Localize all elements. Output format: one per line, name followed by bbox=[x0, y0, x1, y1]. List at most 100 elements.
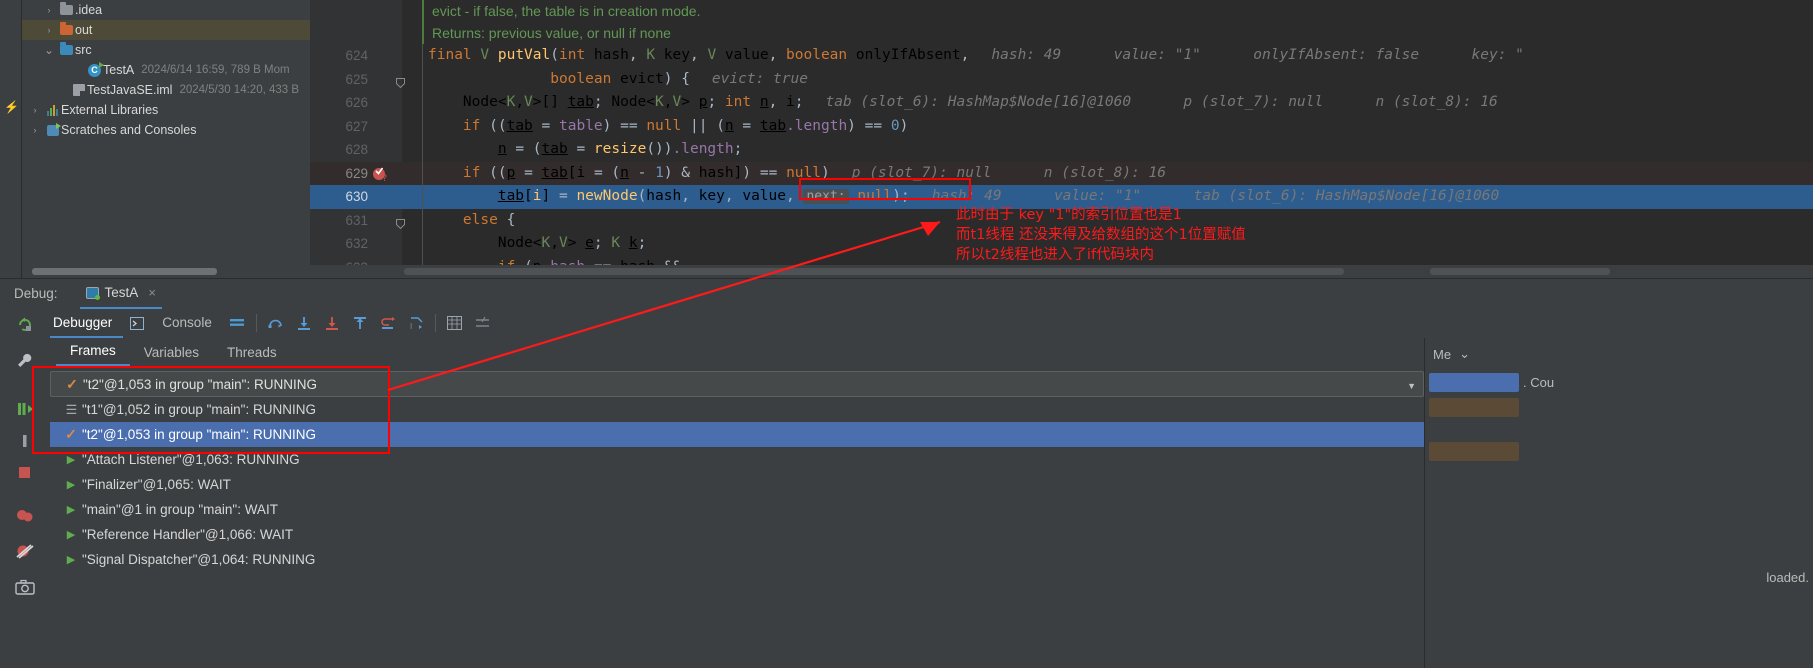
tree-twisty-icon[interactable]: › bbox=[26, 105, 44, 115]
tree-twisty-icon[interactable]: › bbox=[40, 5, 58, 15]
editor-hscrollbar-right[interactable] bbox=[1430, 268, 1610, 275]
check-icon: ✓ bbox=[65, 426, 77, 442]
javadoc-bar bbox=[422, 22, 424, 44]
camera-icon[interactable] bbox=[14, 576, 36, 598]
editor-hscrollbar[interactable] bbox=[404, 268, 1344, 275]
tree-twisty-icon[interactable]: ⌄ bbox=[40, 43, 58, 57]
layout-icon[interactable] bbox=[223, 309, 251, 337]
debug-subtab-threads[interactable]: Threads bbox=[213, 345, 291, 366]
running-icon: ▶ bbox=[66, 479, 76, 491]
tree-row[interactable]: ⌄ src bbox=[22, 40, 310, 60]
project-hscrollbar[interactable] bbox=[32, 268, 310, 275]
close-icon[interactable]: × bbox=[148, 285, 156, 300]
debugger-toolbar[interactable]: Debugger Console I bbox=[0, 308, 1813, 338]
frame-row[interactable]: ▶ "main"@1 in group "main": WAIT bbox=[50, 497, 1424, 522]
thread-selector[interactable]: ✓ "t2"@1,053 in group "main": RUNNING ▼ bbox=[50, 371, 1424, 397]
frames-list[interactable]: ✓ "t2"@1,053 in group "main": RUNNING ▼ … bbox=[50, 370, 1424, 668]
javadoc-line: evict - if false, the table is in creati… bbox=[310, 0, 1813, 22]
frame-row-label: "Finalizer"@1,065: WAIT bbox=[82, 477, 231, 492]
line-number[interactable]: 628 bbox=[310, 138, 368, 162]
line-number[interactable]: 632 bbox=[310, 232, 368, 256]
variables-status: loaded. bbox=[1766, 570, 1809, 585]
grid-icon[interactable] bbox=[441, 309, 469, 337]
code-line[interactable]: 629? if ((p = tab[i = (n - 1) & hash]) =… bbox=[310, 161, 1813, 186]
frame-row[interactable]: ▶ "Reference Handler"@1,066: WAIT bbox=[50, 522, 1424, 547]
variables-row-highlight-3[interactable] bbox=[1429, 442, 1519, 461]
breakpoints-icon[interactable] bbox=[14, 504, 36, 526]
frame-row[interactable]: ▶ "Attach Listener"@1,063: RUNNING bbox=[50, 447, 1424, 472]
pause-icon[interactable] bbox=[14, 430, 36, 452]
variables-row-blank-2[interactable] bbox=[1429, 464, 1519, 483]
tree-row-label: External Libraries bbox=[61, 103, 159, 117]
annotation-chinese-text: 此时由于 key "1"的索引位置也是1 而t1线程 还没来得及给数组的这个1位置… bbox=[956, 205, 1246, 265]
resume-icon[interactable] bbox=[14, 398, 36, 420]
tree-row-label: src bbox=[75, 43, 92, 57]
rerun-icon[interactable] bbox=[14, 314, 36, 336]
line-number[interactable]: 631 bbox=[310, 209, 368, 233]
variables-row-highlight-1[interactable] bbox=[1429, 373, 1519, 392]
step-into-icon[interactable] bbox=[290, 309, 318, 337]
code-text: if ((tab = table) == null || (n = tab.le… bbox=[462, 117, 909, 134]
project-hscrollbar-thumb[interactable] bbox=[32, 268, 217, 275]
frame-row[interactable]: ▶ "Finalizer"@1,065: WAIT bbox=[50, 472, 1424, 497]
debug-subtab-frames[interactable]: Frames bbox=[56, 343, 130, 366]
javadoc-text: evict - if false, the table is in creati… bbox=[432, 3, 701, 19]
annotation-line: 此时由于 key "1"的索引位置也是1 bbox=[956, 207, 1182, 223]
tab-debugger[interactable]: Debugger bbox=[42, 308, 124, 338]
line-number[interactable]: 624 bbox=[310, 44, 368, 68]
bolt-icon[interactable]: ⚡ bbox=[4, 100, 19, 114]
variables-pane[interactable]: Me ⌄ . Cou loaded. bbox=[1424, 338, 1813, 668]
line-number[interactable]: 627 bbox=[310, 115, 368, 139]
code-line[interactable]: 627 if ((tab = table) == null || (n = ta… bbox=[310, 114, 1813, 139]
step-over-icon[interactable] bbox=[262, 309, 290, 337]
debug-side-toolbar[interactable] bbox=[0, 308, 50, 668]
debug-subtab-variables[interactable]: Variables bbox=[130, 345, 213, 366]
tree-row[interactable]: › out bbox=[22, 20, 310, 40]
line-number[interactable]: 629 bbox=[310, 162, 368, 186]
tab-console[interactable]: Console bbox=[151, 308, 223, 338]
line-number[interactable]: 630 bbox=[310, 185, 368, 209]
chevron-down-icon[interactable]: ⌄ bbox=[1459, 346, 1470, 362]
tree-row[interactable]: › External Libraries bbox=[22, 100, 310, 120]
step-out-icon[interactable] bbox=[346, 309, 374, 337]
svg-text:I: I bbox=[410, 322, 412, 331]
tree-twisty-icon[interactable]: › bbox=[26, 125, 44, 135]
code-line[interactable]: 628 n = (tab = resize()).length; bbox=[310, 138, 1813, 162]
tree-row[interactable]: › Scratches and Consoles bbox=[22, 120, 310, 140]
folder-icon bbox=[58, 42, 75, 55]
project-tree[interactable]: › .idea › out ⌄ src C TestA 2024/6/14 16:59, 789… bbox=[22, 0, 310, 265]
line-number[interactable]: 625 bbox=[310, 68, 368, 92]
code-text: Node<K,V>[] tab; Node<K,V> p; int n, i; t… bbox=[428, 94, 1498, 110]
evaluate-icon[interactable]: I bbox=[402, 309, 430, 337]
tree-row[interactable]: TestJavaSE.iml 2024/5/30 14:20, 433 B bbox=[22, 80, 310, 100]
code-text: Node<K,V> e; K k; bbox=[428, 235, 647, 251]
debug-session-tab[interactable]: TestA × bbox=[79, 279, 162, 309]
stop-icon[interactable] bbox=[14, 462, 36, 484]
console-icon[interactable] bbox=[123, 309, 151, 337]
inline-debug-hint: tab (slot_6): HashMap$Node[16]@1060 p (s… bbox=[825, 94, 1498, 110]
variables-row-highlight-2[interactable] bbox=[1429, 398, 1519, 417]
running-icon: ▶ bbox=[66, 529, 76, 541]
line-number[interactable]: 633 bbox=[310, 256, 368, 266]
run-to-cursor-icon[interactable] bbox=[374, 309, 402, 337]
javadoc-line: Returns: previous value, or null if none bbox=[310, 22, 1813, 44]
frame-row[interactable]: ✓ "t2"@1,053 in group "main": RUNNING bbox=[50, 422, 1424, 447]
line-number[interactable]: 626 bbox=[310, 91, 368, 115]
frame-rows[interactable]: ☰ "t1"@1,052 in group "main": RUNNING ✓ "t2… bbox=[50, 397, 1424, 572]
tree-row[interactable]: C TestA 2024/6/14 16:59, 789 B Mom bbox=[22, 60, 310, 80]
settings-icon[interactable] bbox=[469, 309, 497, 337]
tree-twisty-icon[interactable]: › bbox=[40, 25, 58, 35]
variables-row-blank-1[interactable] bbox=[1429, 420, 1519, 439]
frame-row[interactable]: ▶ "Signal Dispatcher"@1,064: RUNNING bbox=[50, 547, 1424, 572]
force-step-into-icon[interactable] bbox=[318, 309, 346, 337]
ide-window: Structure ⚡ ›.idea›out⌄srcCTestA2024/6/1… bbox=[0, 0, 1813, 668]
frame-row[interactable]: ☰ "t1"@1,052 in group "main": RUNNING bbox=[50, 397, 1424, 422]
frame-row-label: "Signal Dispatcher"@1,064: RUNNING bbox=[82, 552, 316, 567]
code-line[interactable]: 624 final V putVal(int hash, K key, V val… bbox=[310, 44, 1813, 68]
wrench-icon[interactable] bbox=[14, 350, 36, 372]
code-line[interactable]: 626 Node<K,V>[] tab; Node<K,V> p; int n,… bbox=[310, 91, 1813, 115]
chevron-down-icon[interactable]: ▼ bbox=[1407, 381, 1416, 391]
tree-row[interactable]: › .idea bbox=[22, 0, 310, 20]
mute-breakpoints-icon[interactable] bbox=[14, 540, 36, 562]
code-line[interactable]: 625 boolean evict) {evict: true bbox=[310, 67, 1813, 92]
